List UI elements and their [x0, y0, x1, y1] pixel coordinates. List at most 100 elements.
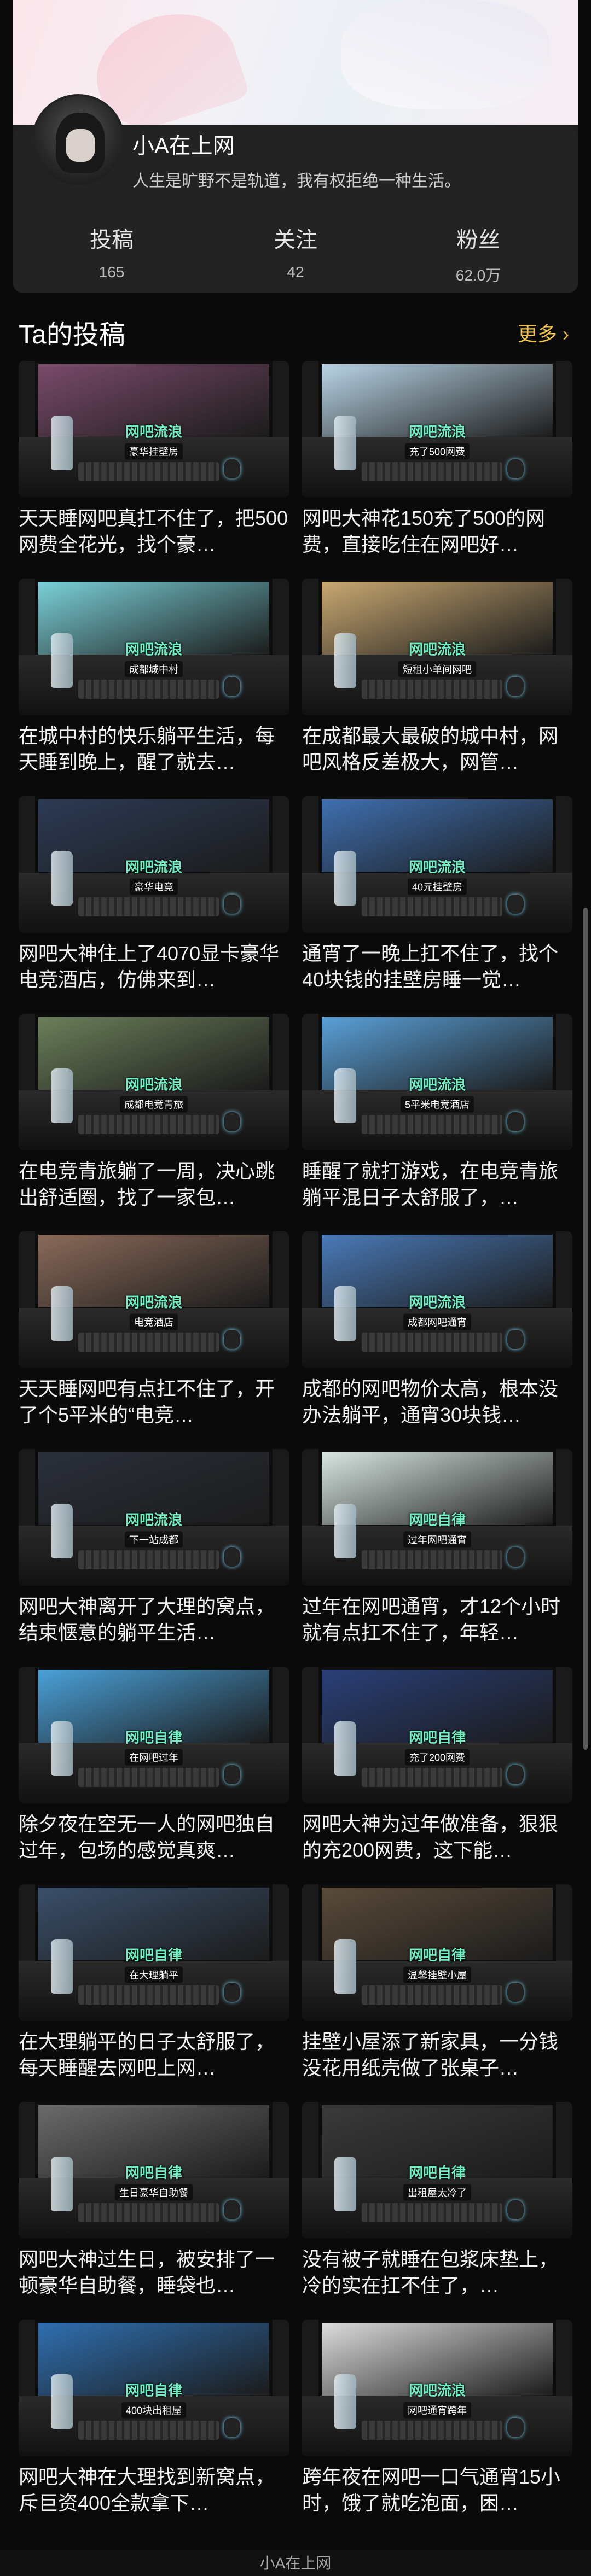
keyboard-image [78, 1985, 219, 2005]
post-caption[interactable]: 除夕夜在空无一人的网吧独自过年，包场的感觉真爽… [19, 1811, 289, 1864]
post-card[interactable]: 网吧流浪 充了500网费 网吧大神花150充了500的网费，直接吃住在网吧好… [302, 361, 572, 575]
keyboard-image [78, 1115, 219, 1134]
post-card[interactable]: 网吧自律 生日豪华自助餐 网吧大神过生日，被安排了一顿豪华自助餐，睡袋也… [19, 2102, 289, 2316]
stat-following[interactable]: 关注 42 [213, 222, 378, 281]
post-caption[interactable]: 在城中村的快乐躺平生活，每天睡到晚上，醒了就去… [19, 723, 289, 775]
thumbnail-tag: 网吧自律 [125, 1947, 182, 1964]
bottle-image [51, 2157, 73, 2211]
thumbnail-tag: 网吧流浪 [125, 858, 183, 875]
post-caption[interactable]: 天天睡网吧有点扛不住了，开了个5平米的“电竞… [19, 1376, 289, 1428]
keyboard-image [78, 2421, 219, 2440]
post-card[interactable]: 网吧流浪 下一站成都 网吧大神离开了大理的窝点，结束惬意的躺平生活… [19, 1449, 289, 1663]
post-thumbnail[interactable]: 网吧流浪 下一站成都 [19, 1449, 289, 1586]
thumbnail-badge: 网吧自律 在网吧过年 [125, 1727, 183, 1766]
post-card[interactable]: 网吧流浪 成都城中村 在城中村的快乐躺平生活，每天睡到晚上，醒了就去… [19, 579, 289, 793]
post-caption[interactable]: 网吧大神离开了大理的窝点，结束惬意的躺平生活… [19, 1593, 289, 1646]
post-thumbnail[interactable]: 网吧流浪 成都城中村 [19, 579, 289, 715]
avatar[interactable] [32, 94, 125, 187]
post-card[interactable]: 网吧流浪 豪华电竞 网吧大神住上了4070显卡豪华电竞酒店，仿佛来到… [19, 796, 289, 1010]
mouse-image [507, 1765, 524, 1784]
post-card[interactable]: 网吧流浪 5平米电竞酒店 睡醒了就打游戏，在电竞青旅躺平混日子太舒服了，… [302, 1014, 572, 1228]
post-thumbnail[interactable]: 网吧自律 充了200网费 [302, 1667, 572, 1803]
keyboard-image [361, 897, 502, 916]
thumbnail-subtitle: 5平米电竞酒店 [400, 1096, 474, 1113]
post-card[interactable]: 网吧自律 充了200网费 网吧大神为过年做准备，狠狠的充200网费，这下能… [302, 1667, 572, 1881]
keyboard-image [361, 2421, 502, 2440]
post-card[interactable]: 网吧自律 出租屋太冷了 没有被子就睡在包浆床垫上，冷的实在扛不住了，… [302, 2102, 572, 2316]
post-caption[interactable]: 跨年夜在网吧一口气通宵15小时，饿了就吃泡面，困… [302, 2464, 572, 2516]
keyboard-image [361, 2203, 502, 2222]
thumbnail-tag: 网吧流浪 [408, 2382, 466, 2399]
post-caption[interactable]: 过年在网吧通宵，才12个小时就有点扛不住了，年轻… [302, 1593, 572, 1646]
post-caption[interactable]: 通宵了一晚上扛不住了，找个40块钱的挂壁房睡一觉… [302, 941, 572, 993]
thumbnail-tag: 网吧自律 [408, 2164, 466, 2181]
post-thumbnail[interactable]: 网吧流浪 充了500网费 [302, 361, 572, 498]
mouse-image [224, 895, 241, 914]
thumbnail-badge: 网吧流浪 豪华挂壁房 [125, 421, 183, 460]
post-card[interactable]: 网吧自律 温馨挂壁小屋 挂壁小屋添了新家具，一分钱没花用纸壳做了张桌子… [302, 1884, 572, 2099]
post-card[interactable]: 网吧流浪 40元挂壁房 通宵了一晚上扛不住了，找个40块钱的挂壁房睡一觉… [302, 796, 572, 1010]
post-caption[interactable]: 网吧大神在大理找到新窝点，斥巨资400全款拿下… [19, 2464, 289, 2516]
stat-fans-label: 粉丝 [456, 228, 500, 252]
thumbnail-subtitle: 过年网吧通宵 [403, 1531, 471, 1548]
stat-posts-value: 165 [99, 264, 125, 281]
post-thumbnail[interactable]: 网吧自律 过年网吧通宵 [302, 1449, 572, 1586]
keyboard-image [361, 1985, 502, 2005]
thumbnail-badge: 网吧流浪 豪华电竞 [125, 856, 182, 895]
post-caption[interactable]: 网吧大神住上了4070显卡豪华电竞酒店，仿佛来到… [19, 941, 289, 993]
thumbnail-badge: 网吧流浪 短租小单间网吧 [398, 639, 476, 677]
thumbnail-badge: 网吧自律 生日豪华自助餐 [115, 2162, 193, 2201]
post-card[interactable]: 网吧自律 在大理躺平 在大理躺平的日子太舒服了，每天睡醒去网吧上网… [19, 1884, 289, 2099]
post-card[interactable]: 网吧流浪 成都网吧通宵 成都的网吧物价太高，根本没办法躺平，通宵30块钱… [302, 1231, 572, 1446]
post-thumbnail[interactable]: 网吧自律 400块出租屋 [19, 2320, 289, 2456]
thumbnail-tag: 网吧自律 [125, 2382, 183, 2399]
post-caption[interactable]: 天天睡网吧真扛不住了，把500网费全花光，找个豪… [19, 505, 289, 558]
post-card[interactable]: 网吧流浪 豪华挂壁房 天天睡网吧真扛不住了，把500网费全花光，找个豪… [19, 361, 289, 575]
mouse-image [224, 1112, 241, 1131]
thumbnail-badge: 网吧自律 400块出租屋 [121, 2380, 187, 2419]
post-caption[interactable]: 在电竞青旅躺了一周，决心跳出舒适圈，找了一家包… [19, 1158, 289, 1211]
post-card[interactable]: 网吧自律 过年网吧通宵 过年在网吧通宵，才12个小时就有点扛不住了，年轻… [302, 1449, 572, 1663]
post-caption[interactable]: 网吧大神过生日，被安排了一顿豪华自助餐，睡袋也… [19, 2246, 289, 2299]
thumbnail-badge: 网吧自律 在大理躺平 [125, 1944, 183, 1983]
post-thumbnail[interactable]: 网吧自律 温馨挂壁小屋 [302, 1884, 572, 2021]
post-thumbnail[interactable]: 网吧自律 生日豪华自助餐 [19, 2102, 289, 2239]
post-thumbnail[interactable]: 网吧流浪 成都网吧通宵 [302, 1231, 572, 1368]
post-card[interactable]: 网吧自律 在网吧过年 除夕夜在空无一人的网吧独自过年，包场的感觉真爽… [19, 1667, 289, 1881]
more-link[interactable]: 更多 › [518, 318, 569, 347]
bottle-image [51, 416, 73, 470]
stat-posts[interactable]: 投稿 165 [30, 222, 194, 281]
thumbnail-subtitle: 短租小单间网吧 [398, 661, 476, 677]
post-caption[interactable]: 在大理躺平的日子太舒服了，每天睡醒去网吧上网… [19, 2029, 289, 2081]
post-thumbnail[interactable]: 网吧自律 出租屋太冷了 [302, 2102, 572, 2239]
post-card[interactable]: 网吧流浪 网吧通宵跨年 跨年夜在网吧一口气通宵15小时，饿了就吃泡面，困… [302, 2320, 572, 2534]
post-card[interactable]: 网吧流浪 短租小单间网吧 在成都最大最破的城中村，网吧风格反差极大，网管… [302, 579, 572, 793]
post-caption[interactable]: 网吧大神为过年做准备，狠狠的充200网费，这下能… [302, 1811, 572, 1864]
post-caption[interactable]: 没有被子就睡在包浆床垫上，冷的实在扛不住了，… [302, 2246, 572, 2299]
post-thumbnail[interactable]: 网吧流浪 成都电竞青旅 [19, 1014, 289, 1150]
post-thumbnail[interactable]: 网吧流浪 豪华挂壁房 [19, 361, 289, 498]
mouse-image [224, 1330, 241, 1349]
mouse-image [224, 1547, 241, 1567]
post-caption[interactable]: 网吧大神花150充了500的网费，直接吃住在网吧好… [302, 505, 572, 558]
post-card[interactable]: 网吧流浪 成都电竞青旅 在电竞青旅躺了一周，决心跳出舒适圈，找了一家包… [19, 1014, 289, 1228]
post-thumbnail[interactable]: 网吧流浪 短租小单间网吧 [302, 579, 572, 715]
thumbnail-tag: 网吧流浪 [408, 1076, 466, 1093]
post-thumbnail[interactable]: 网吧自律 在大理躺平 [19, 1884, 289, 2021]
mouse-image [507, 1983, 524, 2002]
post-card[interactable]: 网吧自律 400块出租屋 网吧大神在大理找到新窝点，斥巨资400全款拿下… [19, 2320, 289, 2534]
post-caption[interactable]: 挂壁小屋添了新家具，一分钱没花用纸壳做了张桌子… [302, 2029, 572, 2081]
post-thumbnail[interactable]: 网吧流浪 5平米电竞酒店 [302, 1014, 572, 1150]
scrollbar-thumb[interactable] [583, 908, 588, 1750]
post-thumbnail[interactable]: 网吧流浪 40元挂壁房 [302, 796, 572, 933]
thumbnail-badge: 网吧自律 充了200网费 [404, 1727, 470, 1766]
post-thumbnail[interactable]: 网吧流浪 电竞酒店 [19, 1231, 289, 1368]
post-thumbnail[interactable]: 网吧流浪 豪华电竞 [19, 796, 289, 933]
post-caption[interactable]: 睡醒了就打游戏，在电竞青旅躺平混日子太舒服了，… [302, 1158, 572, 1211]
post-card[interactable]: 网吧流浪 电竞酒店 天天睡网吧有点扛不住了，开了个5平米的“电竞… [19, 1231, 289, 1446]
post-thumbnail[interactable]: 网吧自律 在网吧过年 [19, 1667, 289, 1803]
post-thumbnail[interactable]: 网吧流浪 网吧通宵跨年 [302, 2320, 572, 2456]
post-caption[interactable]: 在成都最大最破的城中村，网吧风格反差极大，网管… [302, 723, 572, 775]
post-caption[interactable]: 成都的网吧物价太高，根本没办法躺平，通宵30块钱… [302, 1376, 572, 1428]
stat-fans[interactable]: 粉丝 62.0万 [396, 222, 560, 285]
